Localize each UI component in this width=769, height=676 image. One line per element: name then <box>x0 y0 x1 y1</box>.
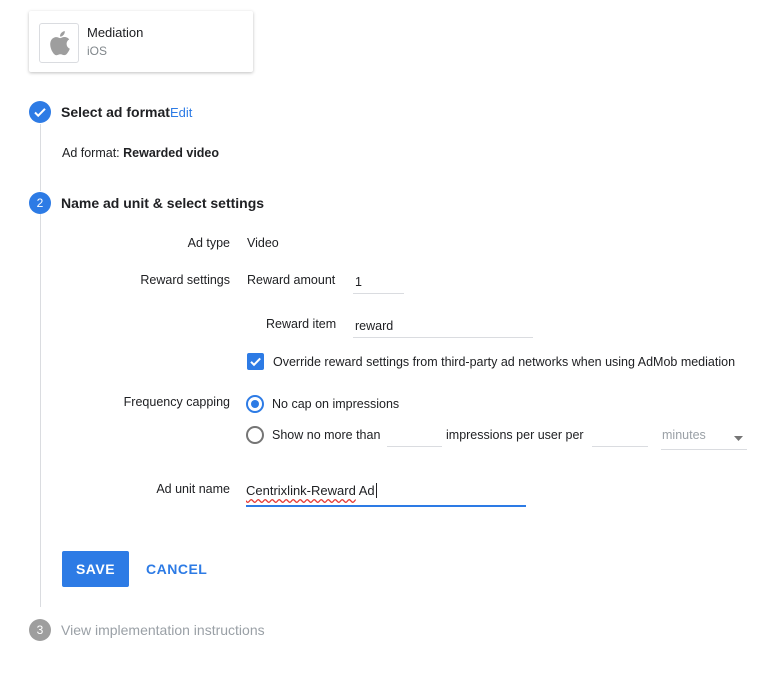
app-platform: iOS <box>87 44 108 58</box>
reward-amount-input[interactable] <box>353 275 404 294</box>
ad-unit-name-misspelled: Centrixlink-Reward <box>246 483 356 498</box>
apple-icon <box>39 23 79 63</box>
app-card: Mediation iOS <box>29 11 253 72</box>
time-unit-value: minutes <box>662 428 706 442</box>
chevron-down-icon <box>734 431 743 445</box>
no-cap-radio[interactable] <box>246 395 264 413</box>
step-1-check-icon <box>29 101 51 123</box>
frequency-capping-label: Frequency capping <box>123 395 230 409</box>
time-count-input[interactable] <box>592 428 648 447</box>
reward-settings-label: Reward settings <box>140 273 230 287</box>
time-unit-select[interactable]: minutes <box>661 428 747 450</box>
step-3-title: View implementation instructions <box>61 622 265 638</box>
step-connector-1 <box>40 124 41 191</box>
step-3-circle: 3 <box>29 619 51 641</box>
cancel-button[interactable]: CANCEL <box>138 551 215 587</box>
ad-unit-name-label: Ad unit name <box>156 482 230 496</box>
step-1-title: Select ad format <box>61 104 170 120</box>
ad-type-label: Ad type <box>187 236 230 250</box>
reward-amount-label: Reward amount <box>247 273 336 287</box>
override-checkbox[interactable] <box>247 353 264 370</box>
limit-radio[interactable] <box>246 426 264 444</box>
step-2-circle: 2 <box>29 192 51 214</box>
limit-middle-label: impressions per user per <box>446 428 584 442</box>
checkmark-icon <box>250 357 261 367</box>
ad-format-label: Ad format: <box>62 146 120 160</box>
step-2-title: Name ad unit & select settings <box>61 195 265 211</box>
edit-link[interactable]: Edit <box>170 105 192 120</box>
reward-item-input[interactable] <box>353 319 533 338</box>
text-cursor: ​ <box>375 483 377 498</box>
step-connector-2 <box>40 214 41 607</box>
ad-type-value: Video <box>247 236 279 250</box>
ad-unit-name-rest: Ad <box>355 483 375 498</box>
ad-format-value: Rewarded video <box>123 146 220 160</box>
impressions-count-input[interactable] <box>387 428 442 447</box>
reward-item-label: Reward item <box>266 317 337 331</box>
no-cap-label: No cap on impressions <box>272 397 400 411</box>
ad-unit-name-input[interactable]: Centrixlink-Reward Ad​ <box>246 483 526 507</box>
save-button[interactable]: SAVE <box>62 551 129 587</box>
ad-format-summary: Ad format: Rewarded video <box>62 146 219 160</box>
limit-prefix-label: Show no more than <box>272 428 381 442</box>
app-name: Mediation <box>87 25 144 40</box>
override-label: Override reward settings from third-part… <box>273 355 736 369</box>
